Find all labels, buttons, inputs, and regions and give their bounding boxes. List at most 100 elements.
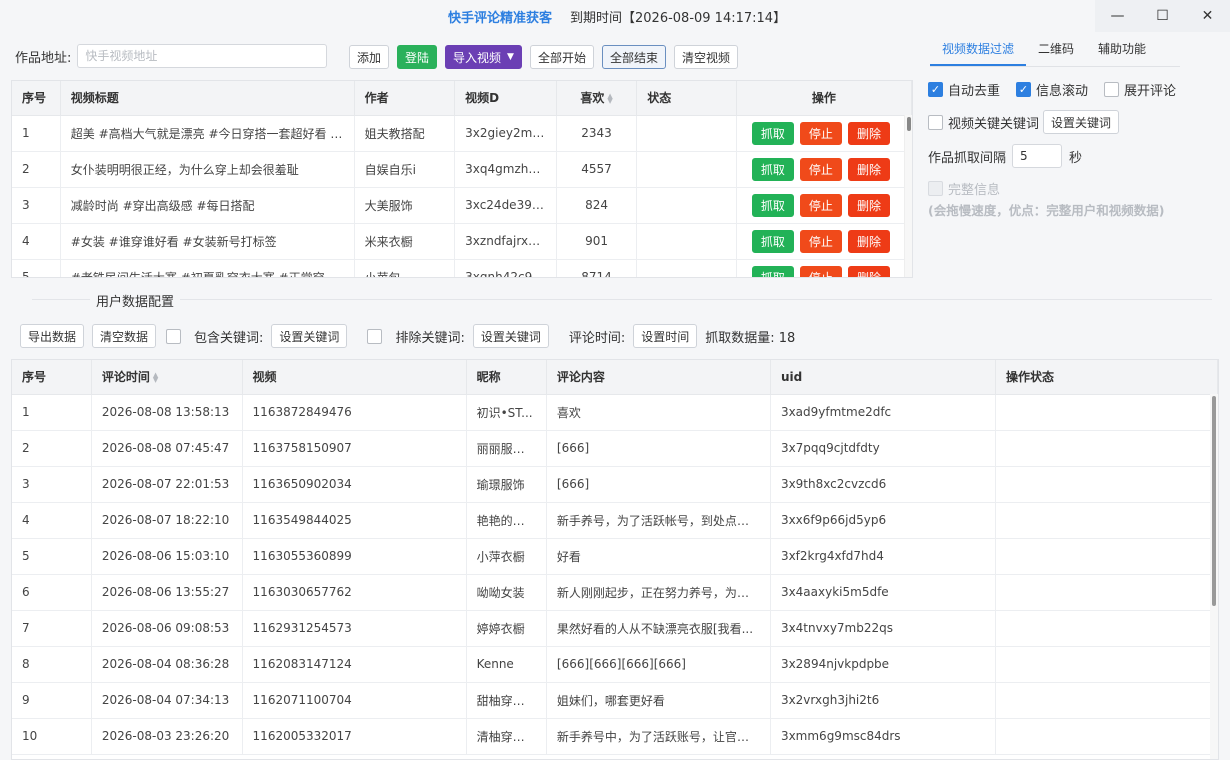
interval-input[interactable]: 5 (1012, 144, 1063, 168)
video-id: 3xqnh42c9r4... (454, 259, 557, 277)
video-title: 女仆装明明很正经，为什么穿上却会很羞耻 (60, 151, 355, 188)
start-all-button[interactable]: 全部开始 (529, 45, 594, 69)
row-no: 3 (12, 466, 92, 503)
table-row[interactable]: 10 2026-08-03 23:26:20 1162005332017 清柚穿搭..… (12, 718, 1218, 755)
comment-time-label: 评论时间: (568, 330, 626, 346)
comment-content: 好看 (546, 538, 771, 575)
delete-button[interactable]: 删除 (847, 229, 890, 253)
title-bar: 快手评论精准获客 到期时间【2026-08-09 14:17:14】 — ☐ ✕ (0, 0, 1230, 32)
video-likes: 901 (556, 223, 638, 260)
info-scroll-checkbox[interactable]: ✓ (1016, 82, 1032, 97)
user-toolbar: 导出数据 清空数据 包含关键词: 设置关键词 排除关键词: 设置关键词 评论时间… (20, 324, 795, 348)
scrollbar-thumb[interactable] (1212, 396, 1216, 606)
table-row[interactable]: 6 2026-08-06 13:55:27 1163030657762 呦呦女装 新人刚… (12, 574, 1218, 611)
login-button[interactable]: 登陆 (397, 45, 438, 69)
delete-button[interactable]: 删除 (847, 157, 890, 181)
tab-qrcode[interactable]: 二维码 (1026, 36, 1086, 66)
maximize-icon[interactable]: ☐ (1140, 0, 1185, 32)
comment-time: 2026-08-03 23:26:20 (91, 718, 243, 755)
row-no: 8 (12, 646, 92, 683)
stop-button[interactable]: 停止 (799, 121, 842, 145)
video-table-scrollbar[interactable] (904, 115, 912, 277)
close-icon[interactable]: ✕ (1185, 0, 1230, 32)
delete-button[interactable]: 删除 (847, 193, 890, 217)
comment-nickname: Kenne (466, 646, 547, 683)
chevron-down-icon: ▼ (507, 52, 514, 62)
app-title: 快手评论精准获客 (448, 11, 553, 26)
export-data-button[interactable]: 导出数据 (20, 324, 85, 348)
table-row[interactable]: 2 2026-08-08 07:45:47 1163758150907 丽丽服装...… (12, 430, 1218, 467)
table-row[interactable]: 4 #女装 #谁穿谁好看 #女装新号打标签 米来衣橱 3xzndfajrxk... 90… (12, 223, 912, 260)
table-row[interactable]: 5 2026-08-06 15:03:10 1163055360899 小萍衣橱 好看 3… (12, 538, 1218, 575)
col-likes[interactable]: 喜欢 ▲ ▼ (556, 81, 638, 116)
table-row[interactable]: 3 2026-08-07 22:01:53 1163650902034 瑜璟服饰 [66… (12, 466, 1218, 503)
interval-label: 作品抓取间隔 (928, 150, 1007, 166)
video-keyword-row: 视频关键关键词 设置关键词 (928, 110, 1120, 134)
video-id: 3xq4gmzh6z... (454, 151, 557, 188)
row-no: 4 (12, 223, 61, 260)
clear-videos-button[interactable]: 清空视频 (674, 45, 739, 69)
stop-button[interactable]: 停止 (799, 229, 842, 253)
comment-op-status (995, 466, 1218, 503)
expand-comments-checkbox[interactable] (1104, 82, 1120, 97)
comment-uid: 3xf2krg4xfd7hd4 (770, 538, 996, 575)
table-row[interactable]: 3 减龄时尚 #穿出高级感 #每日搭配 大美服饰 3xc24de39qf... 824 抓… (12, 187, 912, 224)
comment-time: 2026-08-04 07:34:13 (91, 682, 243, 719)
col-comment-time[interactable]: 评论时间 ▲ ▼ (91, 360, 243, 395)
interval-row: 作品抓取间隔 5 秒 (928, 144, 1082, 168)
auto-dedup-checkbox[interactable]: ✓ (928, 82, 943, 97)
comment-uid: 3xx6f9p66jd5yp6 (770, 502, 996, 539)
grab-button[interactable]: 抓取 (751, 121, 794, 145)
stop-button[interactable]: 停止 (799, 265, 842, 277)
scrollbar-thumb[interactable] (907, 117, 911, 131)
grab-button[interactable]: 抓取 (751, 157, 794, 181)
table-row[interactable]: 4 2026-08-07 18:22:10 1163549844025 艳艳的衣...… (12, 502, 1218, 539)
comment-content: [666][666][666][666] (546, 646, 771, 683)
clear-data-button[interactable]: 清空数据 (92, 324, 157, 348)
table-row[interactable]: 1 2026-08-08 13:58:13 1163872849476 初识•ST..… (12, 394, 1218, 431)
table-row[interactable]: 8 2026-08-04 08:36:28 1162083147124 Kenne [6… (12, 646, 1218, 683)
set-include-keyword-button[interactable]: 设置关键词 (271, 324, 348, 348)
set-exclude-keyword-button[interactable]: 设置关键词 (472, 324, 549, 348)
user-section-divider: 用户数据配置 (32, 291, 1212, 310)
comment-op-status (995, 574, 1218, 611)
minimize-icon[interactable]: — (1095, 0, 1140, 32)
delete-button[interactable]: 删除 (847, 121, 890, 145)
include-keyword-label: 包含关键词: (194, 330, 264, 346)
comment-op-status (995, 718, 1218, 755)
comment-uid: 3x4aaxyki5m5dfe (770, 574, 996, 611)
col-title: 视频标题 (60, 81, 355, 116)
comment-video: 1163549844025 (242, 502, 467, 539)
table-row[interactable]: 9 2026-08-04 07:34:13 1162071100704 甜柚穿搭...… (12, 682, 1218, 719)
video-author: 小苹包 (354, 259, 456, 277)
tab-helper[interactable]: 辅助功能 (1086, 36, 1158, 66)
grab-button[interactable]: 抓取 (751, 193, 794, 217)
comment-uid: 3x2894njvkpdpbe (770, 646, 996, 683)
stop-button[interactable]: 停止 (799, 193, 842, 217)
table-row[interactable]: 5 #老铁民间生活大赛 #初夏乳穿衣大赛 #正常穿搭... 小苹包 3xqnh42c9… (12, 259, 912, 277)
video-status (636, 151, 737, 188)
comment-table-header: 序号 评论时间 ▲ ▼ 视频 昵称 评论内容 uid 操作状态 (12, 360, 1218, 395)
comment-op-status (995, 394, 1218, 431)
table-row[interactable]: 1 超美 #高档大气就是漂亮 #今日穿搭一套超好看 #... 姐夫教搭配 3x2gie… (12, 115, 912, 152)
video-keyword-checkbox[interactable] (928, 114, 943, 130)
stop-button[interactable]: 停止 (799, 157, 842, 181)
grab-button[interactable]: 抓取 (751, 229, 794, 253)
stop-all-button[interactable]: 全部结束 (601, 45, 666, 69)
exclude-keyword-checkbox[interactable] (367, 328, 383, 344)
set-time-button[interactable]: 设置时间 (633, 324, 698, 348)
comment-time: 2026-08-06 13:55:27 (91, 574, 243, 611)
table-row[interactable]: 7 2026-08-06 09:08:53 1162931254573 婷婷衣橱 果然好… (12, 610, 1218, 647)
include-keyword-checkbox[interactable] (166, 328, 182, 344)
url-label: 作品地址: (15, 50, 72, 66)
url-input[interactable] (77, 44, 328, 68)
delete-button[interactable]: 删除 (847, 265, 890, 277)
table-row[interactable]: 2 女仆装明明很正经，为什么穿上却会很羞耻 自娱自乐i 3xq4gmzh6z... 45… (12, 151, 912, 188)
row-no: 6 (12, 574, 92, 611)
comment-table-scrollbar[interactable] (1210, 394, 1218, 759)
tab-video-filter[interactable]: 视频数据过滤 (930, 36, 1027, 66)
set-video-keyword-button[interactable]: 设置关键词 (1043, 110, 1120, 134)
grab-button[interactable]: 抓取 (751, 265, 794, 277)
import-video-button[interactable]: 导入视频 ▼ (445, 45, 522, 69)
add-button[interactable]: 添加 (349, 45, 390, 69)
